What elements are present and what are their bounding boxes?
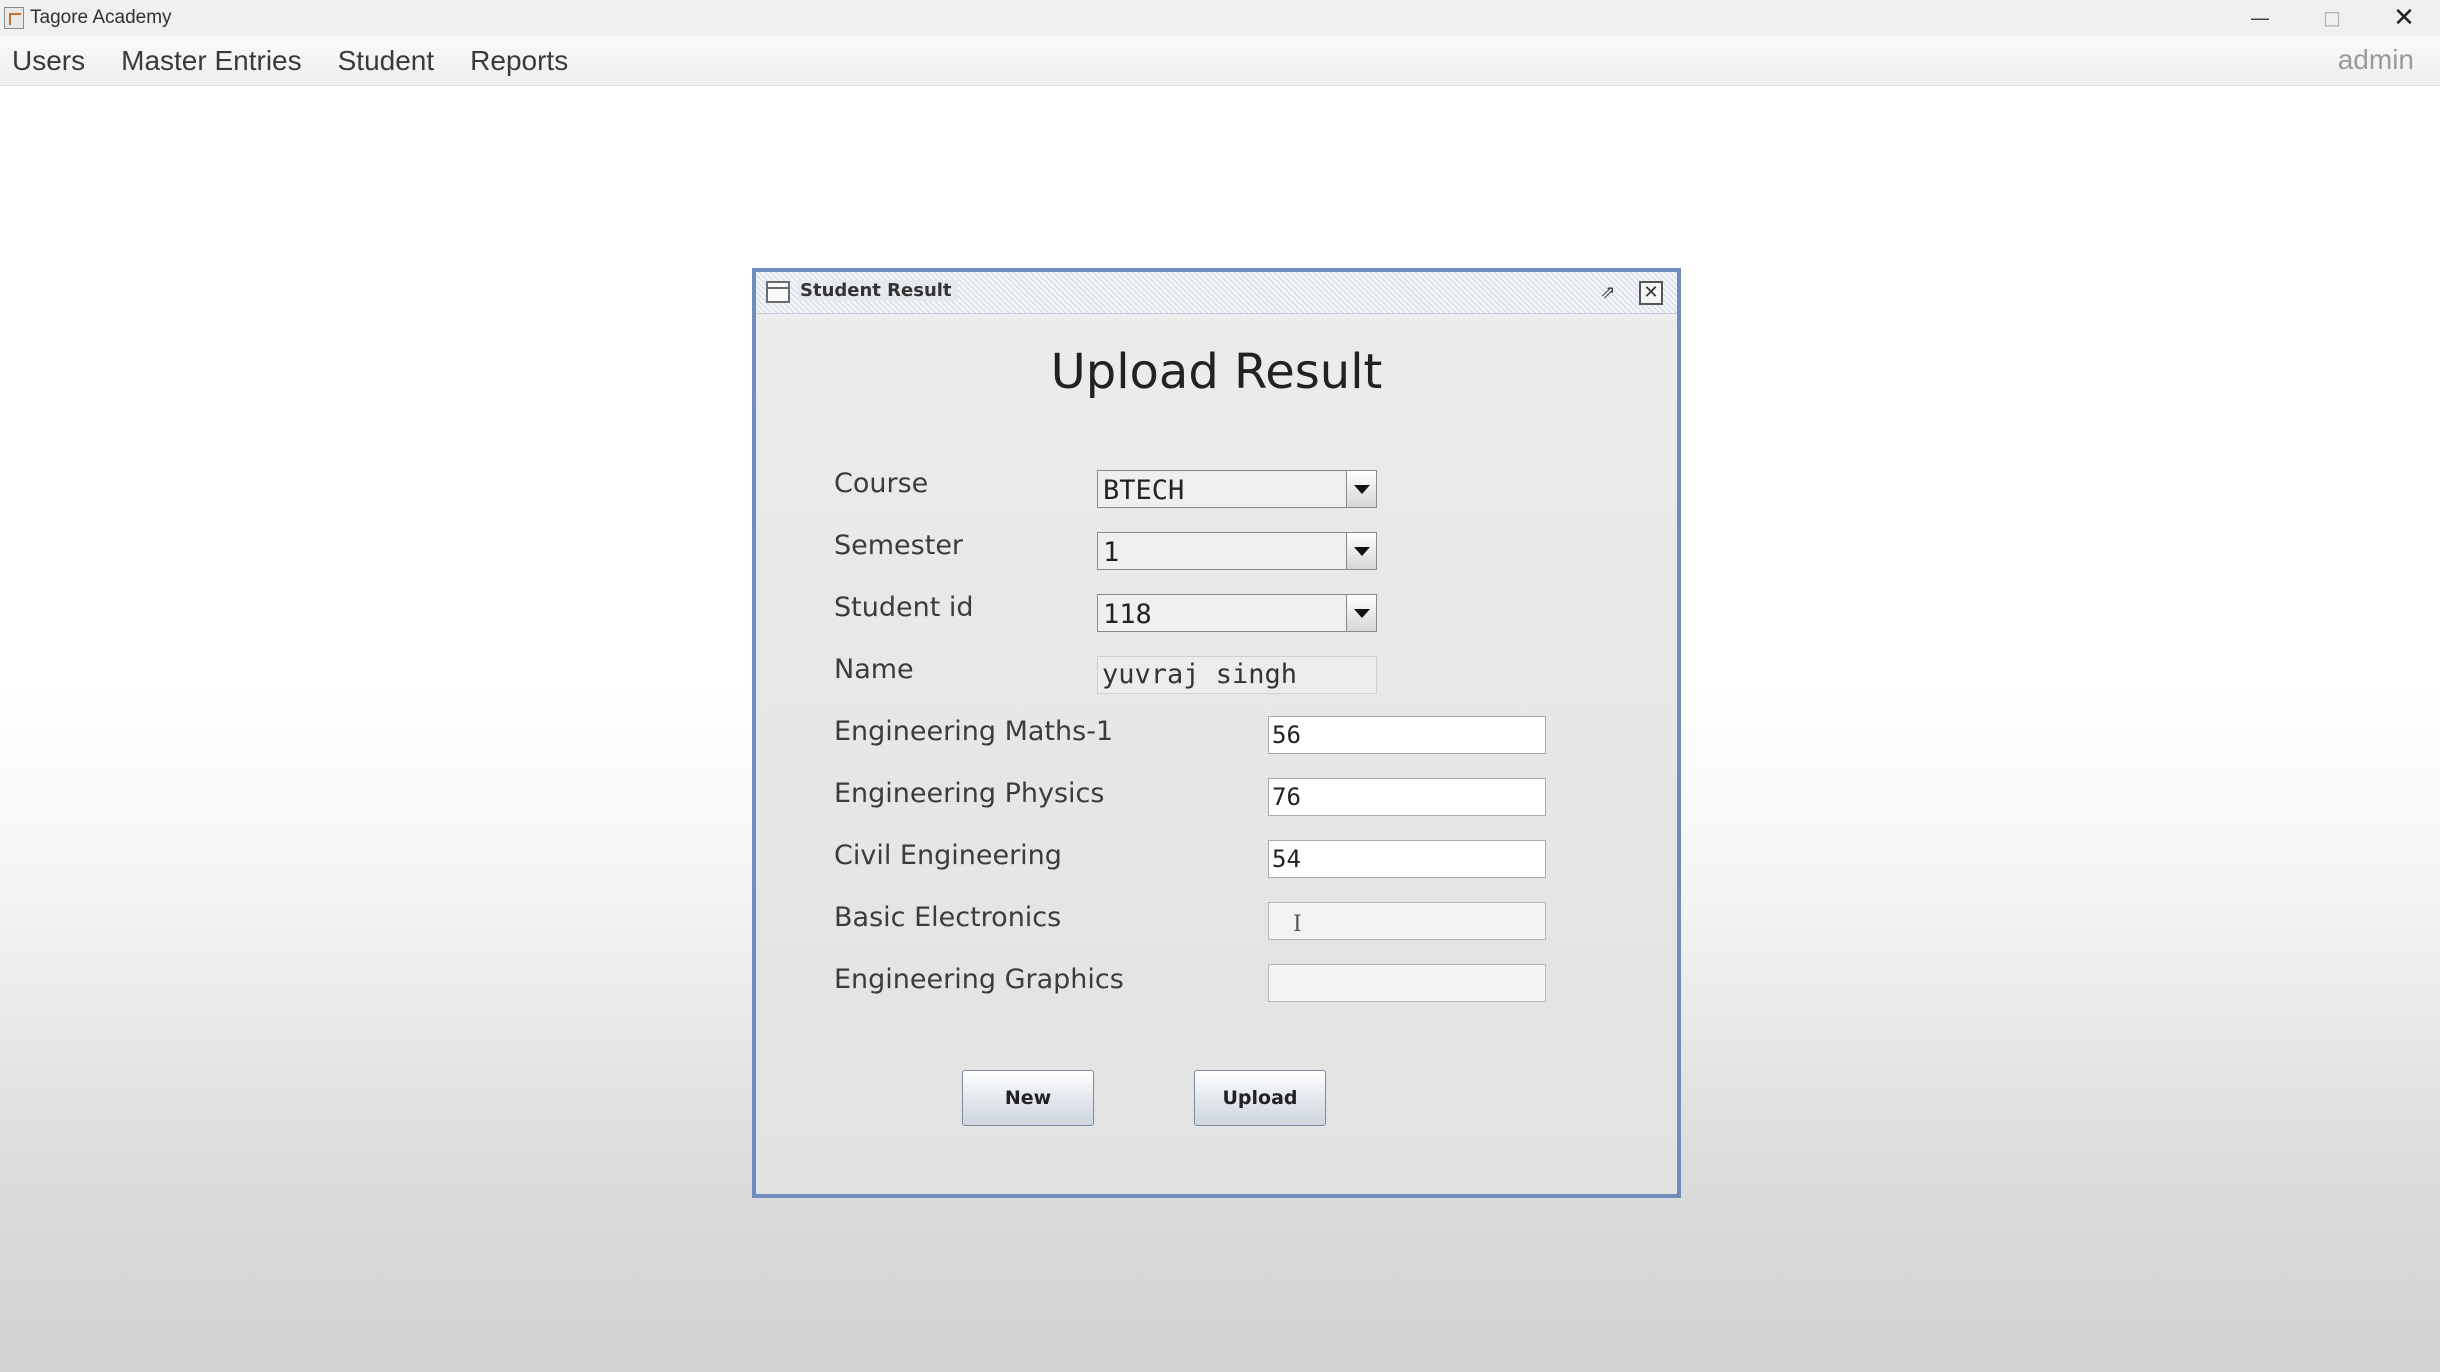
dropdown-arrow-icon[interactable] xyxy=(1346,533,1376,569)
form-heading: Upload Result xyxy=(1050,344,1383,400)
menubar: Users Master Entries Student Reports adm… xyxy=(0,36,2440,86)
frame-title: Student Result xyxy=(798,280,958,301)
menu-reports[interactable]: Reports xyxy=(470,45,568,77)
dropdown-arrow-icon[interactable] xyxy=(1346,595,1376,631)
subject-label-civil: Civil Engineering xyxy=(834,840,1062,871)
student-id-select[interactable]: 118 xyxy=(1097,594,1377,632)
student-id-label: Student id xyxy=(834,592,974,623)
minimize-icon[interactable]: — xyxy=(2224,0,2296,36)
menu-users[interactable]: Users xyxy=(12,45,85,77)
course-value: BTECH xyxy=(1103,475,1185,506)
logged-in-user: admin xyxy=(2337,44,2414,75)
graphics-marks-input[interactable] xyxy=(1268,964,1546,1002)
course-label: Course xyxy=(834,468,929,499)
menu-student[interactable]: Student xyxy=(338,45,435,77)
dropdown-arrow-icon[interactable] xyxy=(1346,471,1376,507)
electronics-marks-input[interactable] xyxy=(1268,902,1546,940)
name-field: yuvraj singh xyxy=(1097,656,1377,694)
subject-label-physics: Engineering Physics xyxy=(834,778,1105,809)
civil-marks-input[interactable]: 54 xyxy=(1268,840,1546,878)
window-title: Tagore Academy xyxy=(30,7,172,28)
window-controls: — ◻ ✕ xyxy=(2224,0,2440,36)
text-cursor-icon: I xyxy=(1293,912,1302,937)
student-result-frame: Student Result ⇗ ✕ Upload Result Course … xyxy=(752,268,1681,1198)
physics-marks-input[interactable]: 76 xyxy=(1268,778,1546,816)
upload-button[interactable]: Upload xyxy=(1194,1070,1326,1126)
maths-marks-input[interactable]: 56 xyxy=(1268,716,1546,754)
subject-label-electronics: Basic Electronics xyxy=(834,902,1062,933)
maximize-icon[interactable]: ◻ xyxy=(2296,0,2368,36)
frame-icon xyxy=(766,281,790,303)
semester-select[interactable]: 1 xyxy=(1097,532,1377,570)
window-titlebar: Tagore Academy — ◻ ✕ xyxy=(0,0,2440,36)
frame-titlebar[interactable]: Student Result ⇗ ✕ xyxy=(756,272,1677,314)
subject-label-maths: Engineering Maths-1 xyxy=(834,716,1114,747)
close-icon[interactable]: ✕ xyxy=(2368,0,2440,36)
new-button[interactable]: New xyxy=(962,1070,1094,1126)
restore-icon[interactable]: ⇗ xyxy=(1595,281,1621,305)
name-label: Name xyxy=(834,654,914,685)
course-select[interactable]: BTECH xyxy=(1097,470,1377,508)
subject-label-graphics: Engineering Graphics xyxy=(834,964,1124,995)
semester-label: Semester xyxy=(834,530,964,561)
menu-master-entries[interactable]: Master Entries xyxy=(121,45,302,77)
frame-close-icon[interactable]: ✕ xyxy=(1639,281,1663,305)
app-icon xyxy=(4,7,24,29)
student-id-value: 118 xyxy=(1103,599,1152,630)
semester-value: 1 xyxy=(1103,537,1120,568)
